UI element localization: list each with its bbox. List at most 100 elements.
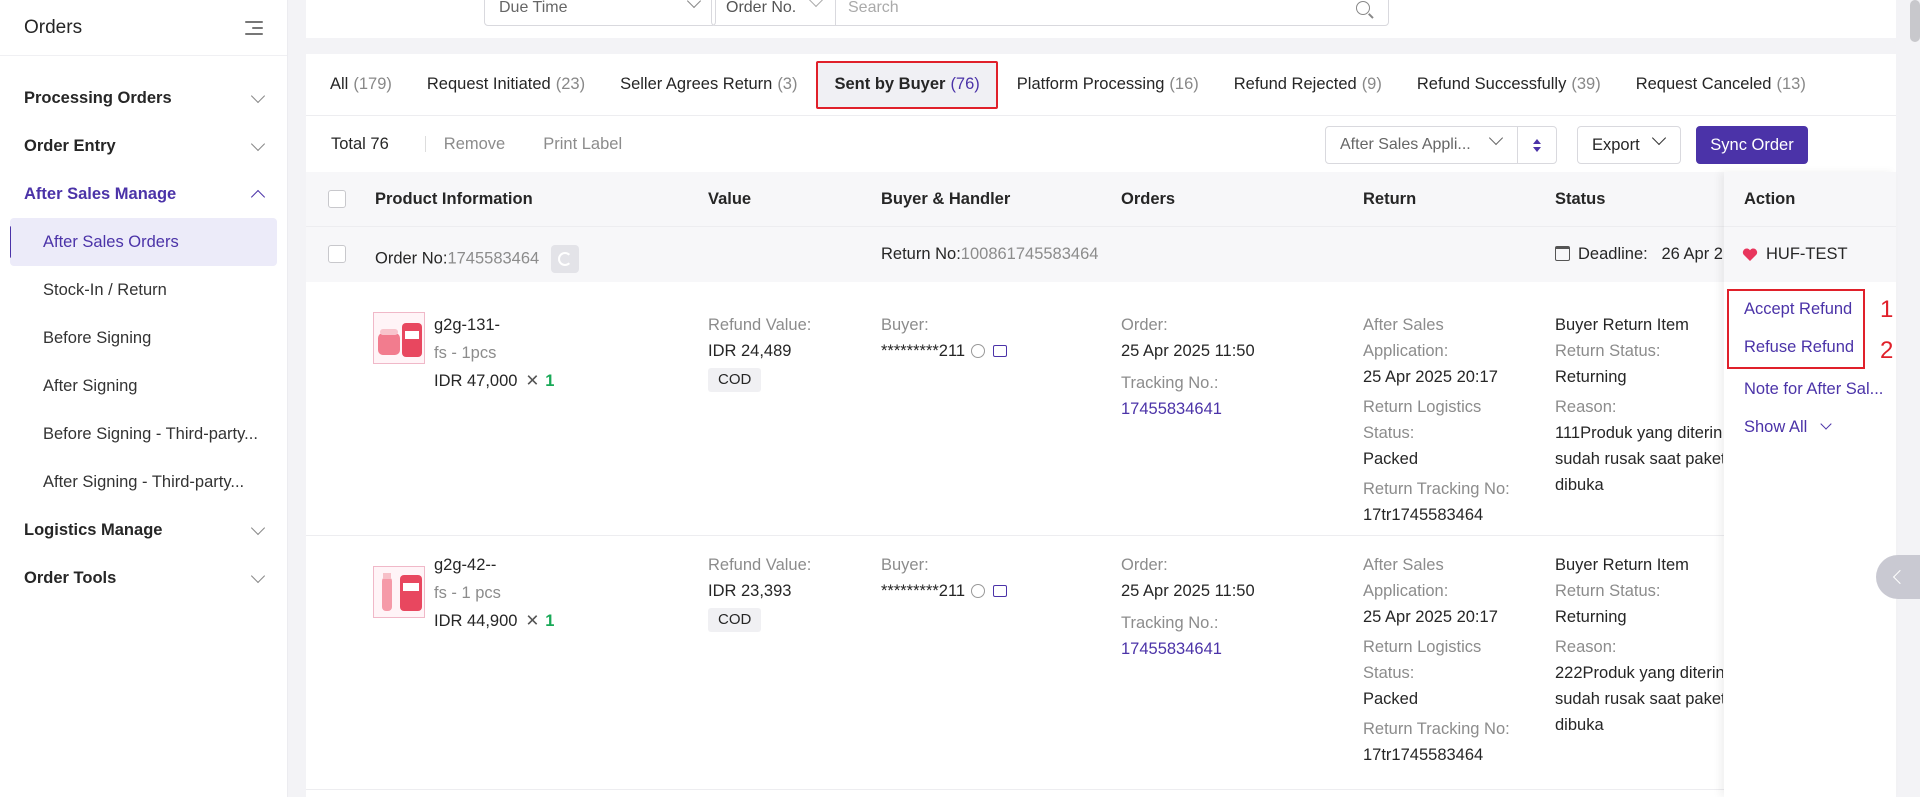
- order-no-select[interactable]: Order No.: [712, 0, 836, 25]
- tab-sent-by-buyer[interactable]: Sent by Buyer (76): [816, 60, 998, 109]
- deadline-date: 26 Apr 2: [1661, 245, 1723, 263]
- tab-platform-processing[interactable]: Platform Processing (16): [1001, 61, 1215, 109]
- sidebar-group-logistics-manage[interactable]: Logistics Manage: [0, 506, 287, 554]
- sidebar-item-after-signing-third-party[interactable]: After Signing - Third-party...: [0, 458, 287, 506]
- chevron-down-icon: [250, 88, 266, 103]
- col-buyer: Buyer & Handler: [881, 189, 1011, 208]
- note-after-sales-button[interactable]: Note for After Sal...: [1744, 380, 1883, 399]
- sidebar-item-before-signing-third-party[interactable]: Before Signing - Third-party...: [0, 410, 287, 458]
- collapse-menu-icon[interactable]: [243, 20, 263, 36]
- expand-panel-button[interactable]: [1876, 555, 1920, 599]
- product-price: IDR 44,900: [434, 612, 518, 630]
- tab-request-initiated[interactable]: Request Initiated (23): [411, 61, 601, 109]
- col-return: Return: [1363, 189, 1417, 208]
- chevron-down-icon: [250, 568, 266, 583]
- sidebar: Orders Processing Orders Order Entry Aft…: [0, 0, 288, 797]
- refund-value: IDR 23,393: [708, 582, 792, 600]
- sidebar-item-after-signing[interactable]: After Signing: [0, 362, 287, 410]
- return-tracking-no: 17tr1745583464: [1363, 746, 1484, 764]
- total-count: Total 76: [331, 134, 389, 153]
- chevron-down-icon: [250, 136, 266, 151]
- application-date: 25 Apr 2025 20:17: [1363, 608, 1498, 626]
- product-qty: 1: [545, 612, 555, 630]
- chevron-up-icon: [250, 189, 266, 204]
- product-sku[interactable]: g2g-42--: [434, 552, 554, 578]
- col-status: Status: [1555, 189, 1606, 208]
- search-icon[interactable]: [1356, 1, 1370, 15]
- sidebar-item-stock-in-return[interactable]: Stock-In / Return: [0, 266, 287, 314]
- sidebar-title: Orders: [24, 16, 83, 38]
- refund-value: IDR 24,489: [708, 342, 792, 360]
- sync-order-button[interactable]: Sync Order: [1696, 126, 1808, 164]
- highlight-box: [1727, 289, 1865, 369]
- sidebar-group-order-tools[interactable]: Order Tools: [0, 554, 287, 602]
- table-header: Product Information Value Buyer & Handle…: [306, 172, 1896, 226]
- tracking-link[interactable]: 17455834641: [1121, 636, 1255, 662]
- chevron-down-icon: [808, 0, 824, 8]
- sort-field-select[interactable]: After Sales Appli...: [1326, 127, 1518, 163]
- return-status: Returning: [1555, 368, 1627, 386]
- product-variant: fs - 1pcs: [434, 344, 497, 362]
- refresh-icon[interactable]: [551, 245, 580, 273]
- shop-heart-icon: [1742, 247, 1758, 261]
- search-input[interactable]: [836, 0, 1356, 24]
- chat-icon[interactable]: [993, 345, 1008, 357]
- product-price: IDR 47,000: [434, 372, 518, 390]
- return-reason: 111Produk yang diterin sudah rusak saat p…: [1555, 424, 1723, 494]
- export-button[interactable]: Export: [1577, 126, 1681, 164]
- due-time-select[interactable]: Due Time: [484, 0, 716, 26]
- user-icon[interactable]: [971, 344, 986, 358]
- search-box: Order No.: [711, 0, 1389, 26]
- tab-refund-successfully[interactable]: Refund Successfully (39): [1401, 61, 1617, 109]
- order-number: 1745583464: [447, 249, 540, 268]
- return-status: Returning: [1555, 608, 1627, 626]
- show-all-button[interactable]: Show All: [1744, 418, 1832, 437]
- status-title: Buyer Return Item: [1555, 556, 1689, 574]
- logistics-status: Packed: [1363, 690, 1419, 708]
- sidebar-group-order-entry[interactable]: Order Entry: [0, 122, 287, 170]
- return-number: 100861745583464: [960, 245, 1099, 263]
- divider: [424, 136, 426, 152]
- tab-refund-rejected[interactable]: Refund Rejected (9): [1218, 61, 1398, 109]
- print-label-button[interactable]: Print Label: [543, 135, 622, 154]
- return-reason: 222Produk yang diterin sudah rusak saat p…: [1555, 664, 1723, 734]
- sidebar-header: Orders: [0, 0, 287, 56]
- product-thumbnail[interactable]: [373, 566, 425, 618]
- col-action: Action: [1724, 172, 1896, 226]
- tab-seller-agrees-return[interactable]: Seller Agrees Return (3): [604, 61, 813, 109]
- tab-request-canceled[interactable]: Request Canceled (13): [1620, 61, 1822, 109]
- tracking-link[interactable]: 17455834641: [1121, 396, 1255, 422]
- sidebar-item-before-signing[interactable]: Before Signing: [0, 314, 287, 362]
- calendar-icon: [1555, 246, 1570, 261]
- select-all-checkbox[interactable]: [328, 190, 346, 208]
- table-toolbar: Total 76 Remove Print Label After Sales …: [306, 116, 1896, 172]
- scrollbar[interactable]: [1910, 0, 1920, 42]
- sort-control: After Sales Appli...: [1325, 126, 1557, 164]
- table-row: g2g-42-- fs - 1 pcs IDR 44,900 ✕ 1 Refund …: [306, 536, 1896, 790]
- order-group-header: Order No:1745583464 Return No:1008617455…: [306, 226, 1896, 282]
- tab-all[interactable]: All (179): [314, 61, 408, 109]
- sidebar-group-after-sales-manage[interactable]: After Sales Manage: [0, 170, 287, 218]
- chevron-down-icon: [686, 0, 702, 9]
- product-thumbnail[interactable]: [373, 312, 425, 364]
- status-title: Buyer Return Item: [1555, 316, 1689, 334]
- sort-order-toggle[interactable]: [1518, 127, 1556, 163]
- order-checkbox[interactable]: [328, 245, 346, 263]
- product-sku[interactable]: g2g-131-: [434, 312, 554, 338]
- status-tabs: All (179) Request Initiated (23) Seller Ag…: [306, 54, 1896, 116]
- annotation-number: 2: [1880, 337, 1894, 364]
- order-date: 25 Apr 2025 11:50: [1121, 342, 1255, 360]
- sidebar-group-processing-orders[interactable]: Processing Orders: [0, 74, 287, 122]
- chat-icon[interactable]: [993, 585, 1008, 597]
- buyer-name: *********211: [881, 582, 966, 600]
- user-icon[interactable]: [971, 584, 986, 598]
- chevron-down-icon: [250, 520, 266, 535]
- remove-button[interactable]: Remove: [444, 135, 505, 154]
- chevron-left-icon: [1892, 569, 1908, 585]
- sidebar-item-after-sales-orders[interactable]: After Sales Orders: [10, 218, 277, 266]
- filter-bar: Due Time Order No.: [306, 0, 1896, 38]
- application-date: 25 Apr 2025 20:17: [1363, 368, 1498, 386]
- col-product: Product Information: [375, 189, 533, 208]
- product-variant: fs - 1 pcs: [434, 584, 501, 602]
- logistics-status: Packed: [1363, 450, 1419, 468]
